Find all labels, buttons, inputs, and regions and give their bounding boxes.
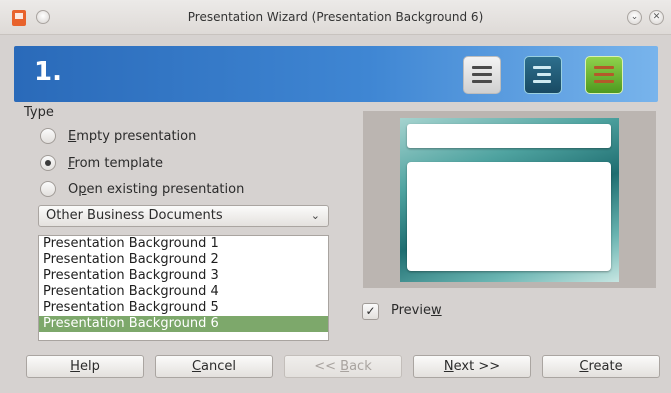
preview-checkbox[interactable]: ✓	[362, 303, 379, 320]
category-dropdown-value: Other Business Documents	[46, 208, 223, 223]
slide-title-placeholder	[407, 124, 611, 148]
radio-label: Open existing presentation	[68, 181, 245, 197]
list-icon	[463, 56, 501, 94]
empty-presentation-radio[interactable]: Empty presentation	[40, 126, 196, 146]
list-item[interactable]: Presentation Background 1	[39, 236, 328, 252]
radio-indicator[interactable]	[40, 181, 56, 197]
list-item[interactable]: Presentation Background 2	[39, 252, 328, 268]
wizard-banner: 1.	[14, 46, 658, 102]
radio-label: From template	[68, 155, 164, 171]
category-dropdown[interactable]: Other Business Documents ⌄	[38, 205, 329, 227]
radio-indicator[interactable]	[40, 128, 56, 144]
preview-label: Preview	[391, 303, 442, 318]
list-item[interactable]: Presentation Background 3	[39, 268, 328, 284]
create-button[interactable]: Create	[542, 355, 660, 378]
window-title: Presentation Wizard (Presentation Backgr…	[187, 10, 484, 24]
back-button[interactable]: << Back	[284, 355, 402, 378]
next-button[interactable]: Next >>	[413, 355, 531, 378]
minimize-button[interactable]: ⌄	[627, 10, 642, 25]
outline-icon	[524, 56, 562, 94]
step-number: 1.	[34, 57, 62, 87]
cancel-button[interactable]: Cancel	[155, 355, 273, 378]
radio-indicator[interactable]	[40, 155, 56, 171]
close-button[interactable]: ✕	[649, 10, 664, 25]
radio-label: Empty presentation	[68, 128, 197, 144]
open-existing-radio[interactable]: Open existing presentation	[40, 179, 244, 199]
template-list[interactable]: Presentation Background 1 Presentation B…	[38, 235, 329, 341]
type-section-label: Type	[24, 105, 54, 120]
from-template-radio[interactable]: From template	[40, 153, 163, 173]
notes-icon	[585, 56, 623, 94]
list-item-selected[interactable]: Presentation Background 6	[39, 316, 328, 332]
slide-body-placeholder	[407, 162, 611, 271]
help-button[interactable]: Help	[26, 355, 144, 378]
slide-thumbnail	[400, 118, 619, 282]
preview-pane	[363, 111, 656, 288]
list-item[interactable]: Presentation Background 4	[39, 284, 328, 300]
title-bar: Presentation Wizard (Presentation Backgr…	[0, 0, 671, 35]
list-item[interactable]: Presentation Background 5	[39, 300, 328, 316]
chevron-down-icon: ⌄	[310, 209, 320, 222]
